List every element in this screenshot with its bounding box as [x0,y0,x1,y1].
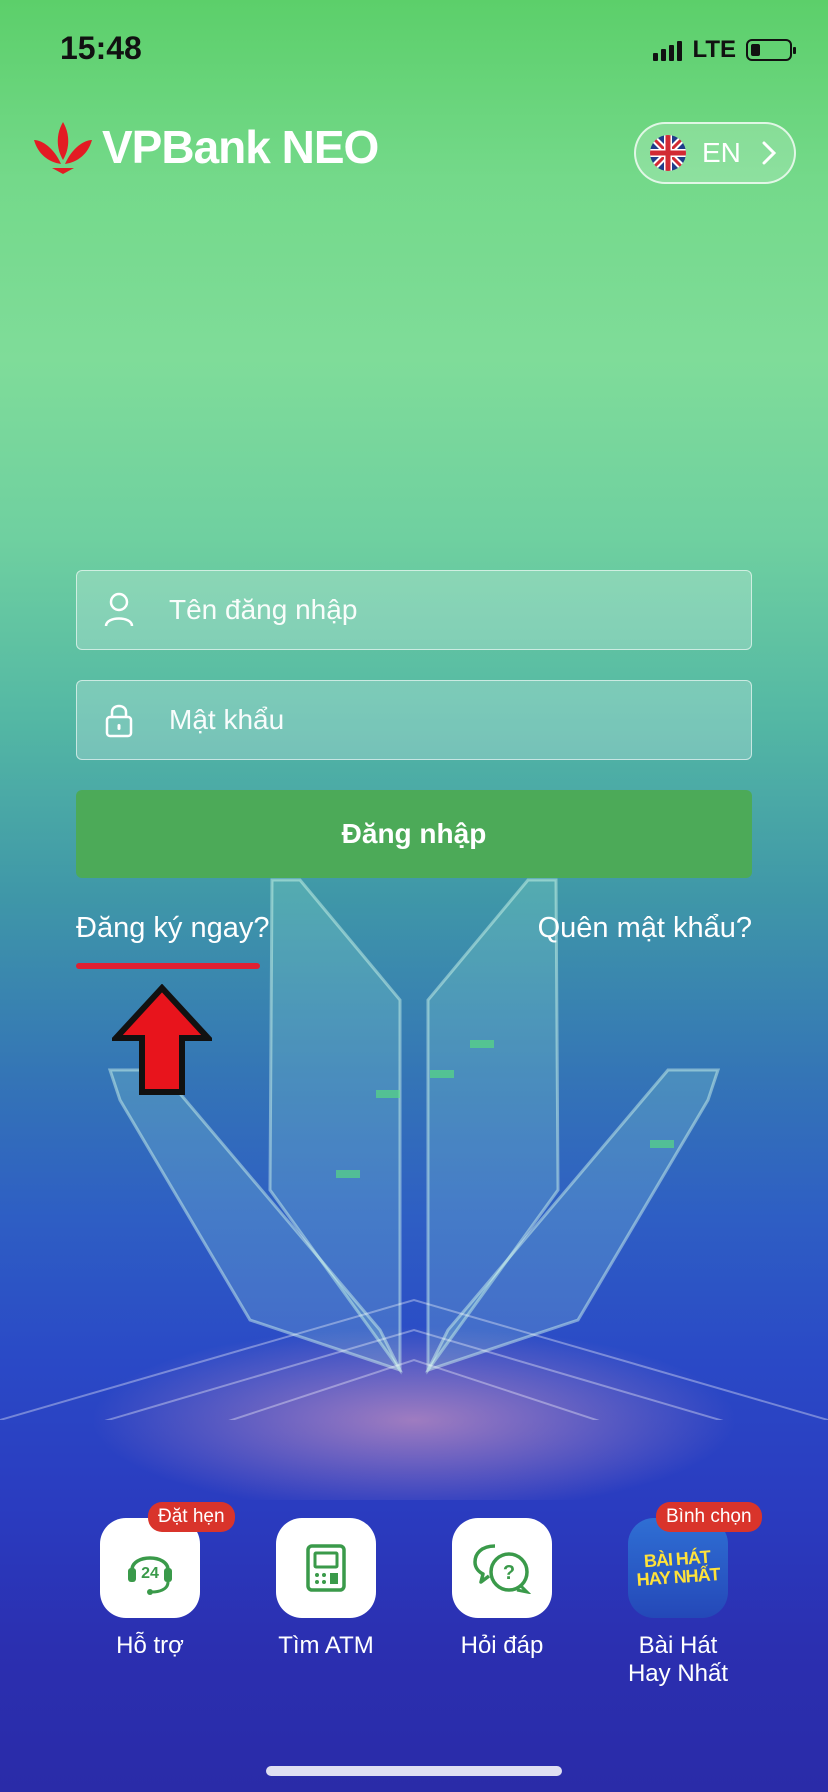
best-song-action[interactable]: BÀI HÁT HAY NHẤT Bình chọn Bài Hát Hay N… [593,1502,763,1688]
support-label: Hỗ trợ [116,1632,184,1659]
support-tile[interactable]: 24 Đặt hẹn [100,1502,235,1618]
uk-flag-icon [650,135,686,171]
question-chat-icon: ? [473,1544,531,1594]
language-switch-button[interactable]: EN [634,122,796,184]
vote-badge: Bình chọn [656,1502,762,1532]
song-logo-line2: HAY NHẤT [636,1564,721,1590]
atm-icon [306,1544,346,1592]
battery-icon [746,39,796,61]
find-atm-action[interactable]: Tìm ATM [241,1518,411,1660]
chevron-right-icon [762,141,776,165]
faq-label: Hỏi đáp [460,1632,544,1659]
lock-icon [105,704,133,738]
status-icons: LTE [653,36,796,64]
support-badge: Đặt hẹn [148,1502,235,1532]
vpbank-logo: VPBank NEO [32,120,379,174]
password-field[interactable] [76,680,752,760]
best-song-tile[interactable]: BÀI HÁT HAY NHẤT Bình chọn [628,1502,762,1618]
login-button[interactable]: Đăng nhập [76,790,752,878]
best-song-label-line2: Hay Nhất [627,1660,729,1687]
faq-tile[interactable]: ? [452,1518,552,1618]
up-arrow-annotation-icon [112,984,212,1095]
status-time: 15:48 [60,30,142,66]
password-input[interactable] [169,704,751,736]
song-logo-icon: BÀI HÁT HAY NHẤT [635,1547,721,1590]
signal-icon [653,39,683,61]
network-label: LTE [692,36,736,63]
register-link[interactable]: Đăng ký ngay? [76,912,269,945]
svg-text:?: ? [503,1562,515,1584]
username-input[interactable] [169,594,751,626]
svg-text:24: 24 [141,1565,159,1582]
faq-action[interactable]: ? Hỏi đáp [417,1518,587,1660]
home-indicator [266,1766,562,1776]
find-atm-label: Tìm ATM [278,1632,374,1659]
logo-text: VPBank NEO [102,121,379,173]
register-underline-annotation [76,963,260,969]
forgot-password-link[interactable]: Quên mật khẩu? [538,912,752,945]
support-action[interactable]: 24 Đặt hẹn Hỗ trợ [65,1502,235,1660]
headset-24-icon: 24 [128,1556,172,1595]
best-song-label-line1: Bài Hát [638,1632,718,1659]
username-field[interactable] [76,570,752,650]
best-song-label: Bài Hát Hay Nhất [593,1632,763,1688]
vpbank-leaf-icon [34,122,92,174]
find-atm-tile[interactable] [276,1518,376,1618]
language-label: EN [702,137,741,168]
user-icon [104,592,134,627]
